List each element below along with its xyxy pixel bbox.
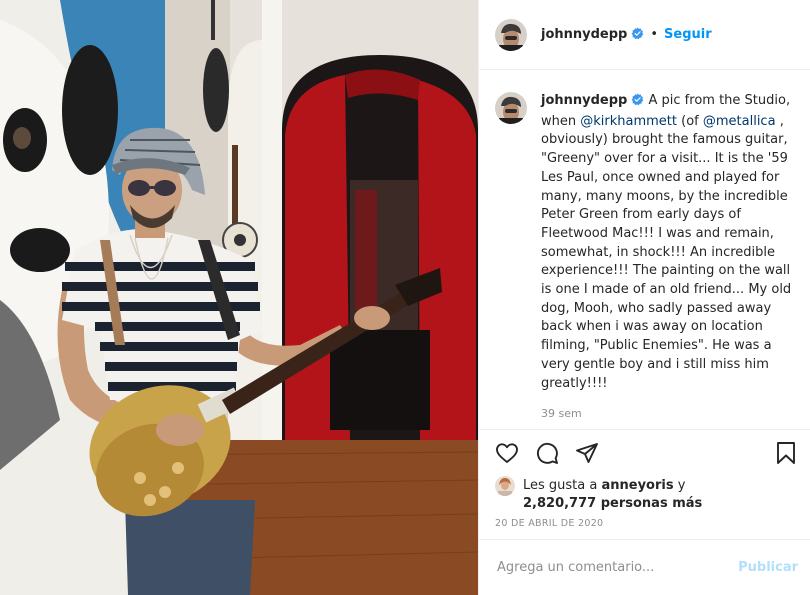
likes-summary: Les gusta a anneyoris y 2,820,777 persona… [479,475,810,517]
caption-time[interactable]: 39 sem [541,405,794,424]
caption-section: johnnydepp A pic from the Studio, when @… [479,70,810,429]
caption-text-block: johnnydepp A pic from the Studio, when @… [541,92,794,429]
action-bar [479,429,810,475]
comment-icon[interactable] [535,441,559,465]
post-sidebar: johnnydepp • Seguir johnnydepp A pic fro… [478,0,810,595]
instagram-post: johnnydepp • Seguir johnnydepp A pic fro… [0,0,810,595]
caption-verified-badge-icon [631,93,644,113]
heart-icon[interactable] [495,441,519,465]
comment-box: Publicar [479,539,810,595]
mention-kirkhammett[interactable]: @kirkhammett [580,114,677,129]
liker-avatar[interactable] [495,476,515,496]
separator-dot: • [650,27,659,42]
mention-metallica[interactable]: @metallica [703,114,776,129]
publish-button[interactable]: Publicar [738,560,798,575]
liker-username[interactable]: anneyoris [601,478,673,493]
likes-prefix: Les gusta a [523,478,602,493]
caption-author-avatar[interactable] [495,92,527,124]
send-icon[interactable] [575,441,599,465]
author-avatar[interactable] [495,18,527,51]
post-header: johnnydepp • Seguir [479,0,810,70]
verified-badge-icon [631,25,644,44]
caption-part: , obviously) brought the famous guitar, … [541,113,792,391]
bookmark-icon[interactable] [774,441,798,465]
post-photo[interactable] [0,0,478,595]
likes-mid: y [673,478,686,493]
caption-part: (of [677,113,703,129]
post-photo-illustration [0,0,478,595]
caption-username[interactable]: johnnydepp [541,93,627,108]
caption-text: johnnydepp A pic from the Studio, when @… [541,92,794,393]
likes-count[interactable]: 2,820,777 personas más [523,496,702,511]
follow-button[interactable]: Seguir [664,27,712,42]
likes-text: Les gusta a anneyoris y 2,820,777 persona… [523,477,702,513]
comment-input[interactable] [495,559,739,576]
author-username[interactable]: johnnydepp [541,27,627,42]
post-date[interactable]: 20 DE ABRIL DE 2020 [479,517,810,539]
